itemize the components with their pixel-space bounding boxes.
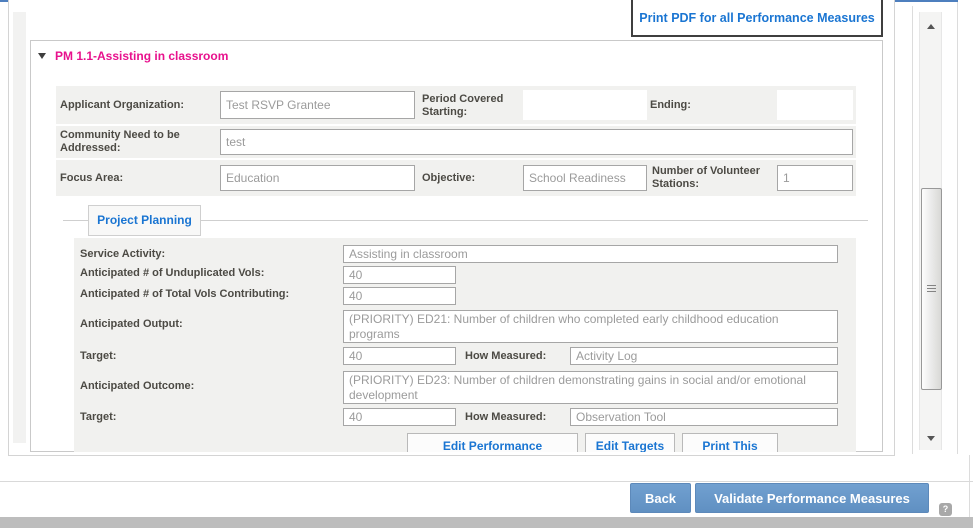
community-need-input[interactable]	[220, 129, 853, 155]
anticipated-outcome-input[interactable]: (PRIORITY) ED23: Number of children demo…	[343, 371, 838, 404]
unduplicated-vols-input[interactable]	[343, 266, 456, 284]
focus-area-input[interactable]	[220, 165, 415, 191]
vertical-scrollbar[interactable]	[919, 12, 942, 450]
anticipated-output-label: Anticipated Output:	[80, 318, 183, 331]
objective-input[interactable]	[523, 165, 647, 191]
collapse-triangle-icon	[38, 53, 46, 59]
outcome-how-measured-input[interactable]	[570, 408, 838, 426]
output-target-input[interactable]	[343, 347, 456, 365]
scrollbar-thumb[interactable]	[921, 188, 942, 390]
output-target-label: Target:	[80, 350, 116, 363]
summary-row-1: Applicant Organization: Period Covered S…	[56, 86, 856, 124]
print-this-measure-button[interactable]: Print This Measure	[682, 433, 778, 452]
performance-measures-page: Print PDF for all Performance Measures P…	[0, 0, 973, 528]
outcome-how-measured-label: How Measured:	[465, 411, 546, 424]
scrollbar-grip	[927, 285, 936, 292]
objective-label: Objective:	[422, 172, 475, 185]
focus-area-label: Focus Area:	[60, 172, 123, 185]
left-gutter	[13, 12, 26, 443]
output-how-measured-input[interactable]	[570, 347, 838, 365]
ending-input[interactable]	[777, 90, 853, 120]
edit-performance-measures-button[interactable]: Edit Performance Measures	[407, 433, 578, 452]
period-covered-starting-label: Period Covered Starting:	[422, 93, 520, 119]
project-planning-panel: Service Activity: Anticipated # of Undup…	[74, 238, 856, 452]
anticipated-outcome-label: Anticipated Outcome:	[80, 380, 194, 393]
outcome-target-label: Target:	[80, 411, 116, 424]
service-activity-label: Service Activity:	[80, 248, 165, 261]
print-pdf-all-button[interactable]: Print PDF for all Performance Measures	[631, 0, 883, 37]
ending-label: Ending:	[650, 99, 691, 112]
service-activity-input[interactable]	[343, 245, 838, 263]
scroll-up-icon[interactable]	[927, 24, 935, 29]
frame-divider	[912, 6, 913, 454]
back-button[interactable]: Back	[630, 483, 691, 513]
applicant-organization-label: Applicant Organization:	[60, 99, 184, 112]
unduplicated-vols-label: Anticipated # of Unduplicated Vols:	[80, 267, 264, 280]
validate-performance-measures-button[interactable]: Validate Performance Measures	[695, 483, 929, 513]
bottom-taskbar	[0, 517, 973, 528]
volunteer-stations-input[interactable]	[777, 165, 853, 191]
period-covered-starting-input[interactable]	[523, 90, 647, 120]
window-edge-line	[957, 2, 958, 454]
summary-row-3: Focus Area: Objective: Number of Volunte…	[56, 160, 856, 196]
summary-row-2: Community Need to be Addressed:	[56, 126, 856, 158]
help-icon[interactable]: ?	[939, 503, 952, 516]
pm-title: PM 1.1-Assisting in classroom	[55, 49, 228, 63]
anticipated-output-input[interactable]: (PRIORITY) ED21: Number of children who …	[343, 310, 838, 343]
tab-project-planning[interactable]: Project Planning	[88, 205, 201, 236]
output-how-measured-label: How Measured:	[465, 350, 546, 363]
edit-targets-button[interactable]: Edit Targets	[585, 433, 675, 452]
total-vols-input[interactable]	[343, 287, 456, 305]
footer-edge-line	[969, 455, 970, 517]
scroll-down-icon[interactable]	[927, 436, 935, 441]
pm-section-toggle[interactable]: PM 1.1-Assisting in classroom	[38, 49, 228, 63]
community-need-label: Community Need to be Addressed:	[60, 129, 210, 155]
applicant-organization-input[interactable]	[220, 91, 415, 119]
volunteer-stations-label: Number of Volunteer Stations:	[652, 165, 774, 191]
total-vols-label: Anticipated # of Total Vols Contributing…	[80, 288, 289, 301]
outcome-target-input[interactable]	[343, 408, 456, 426]
footer-divider	[0, 481, 973, 482]
